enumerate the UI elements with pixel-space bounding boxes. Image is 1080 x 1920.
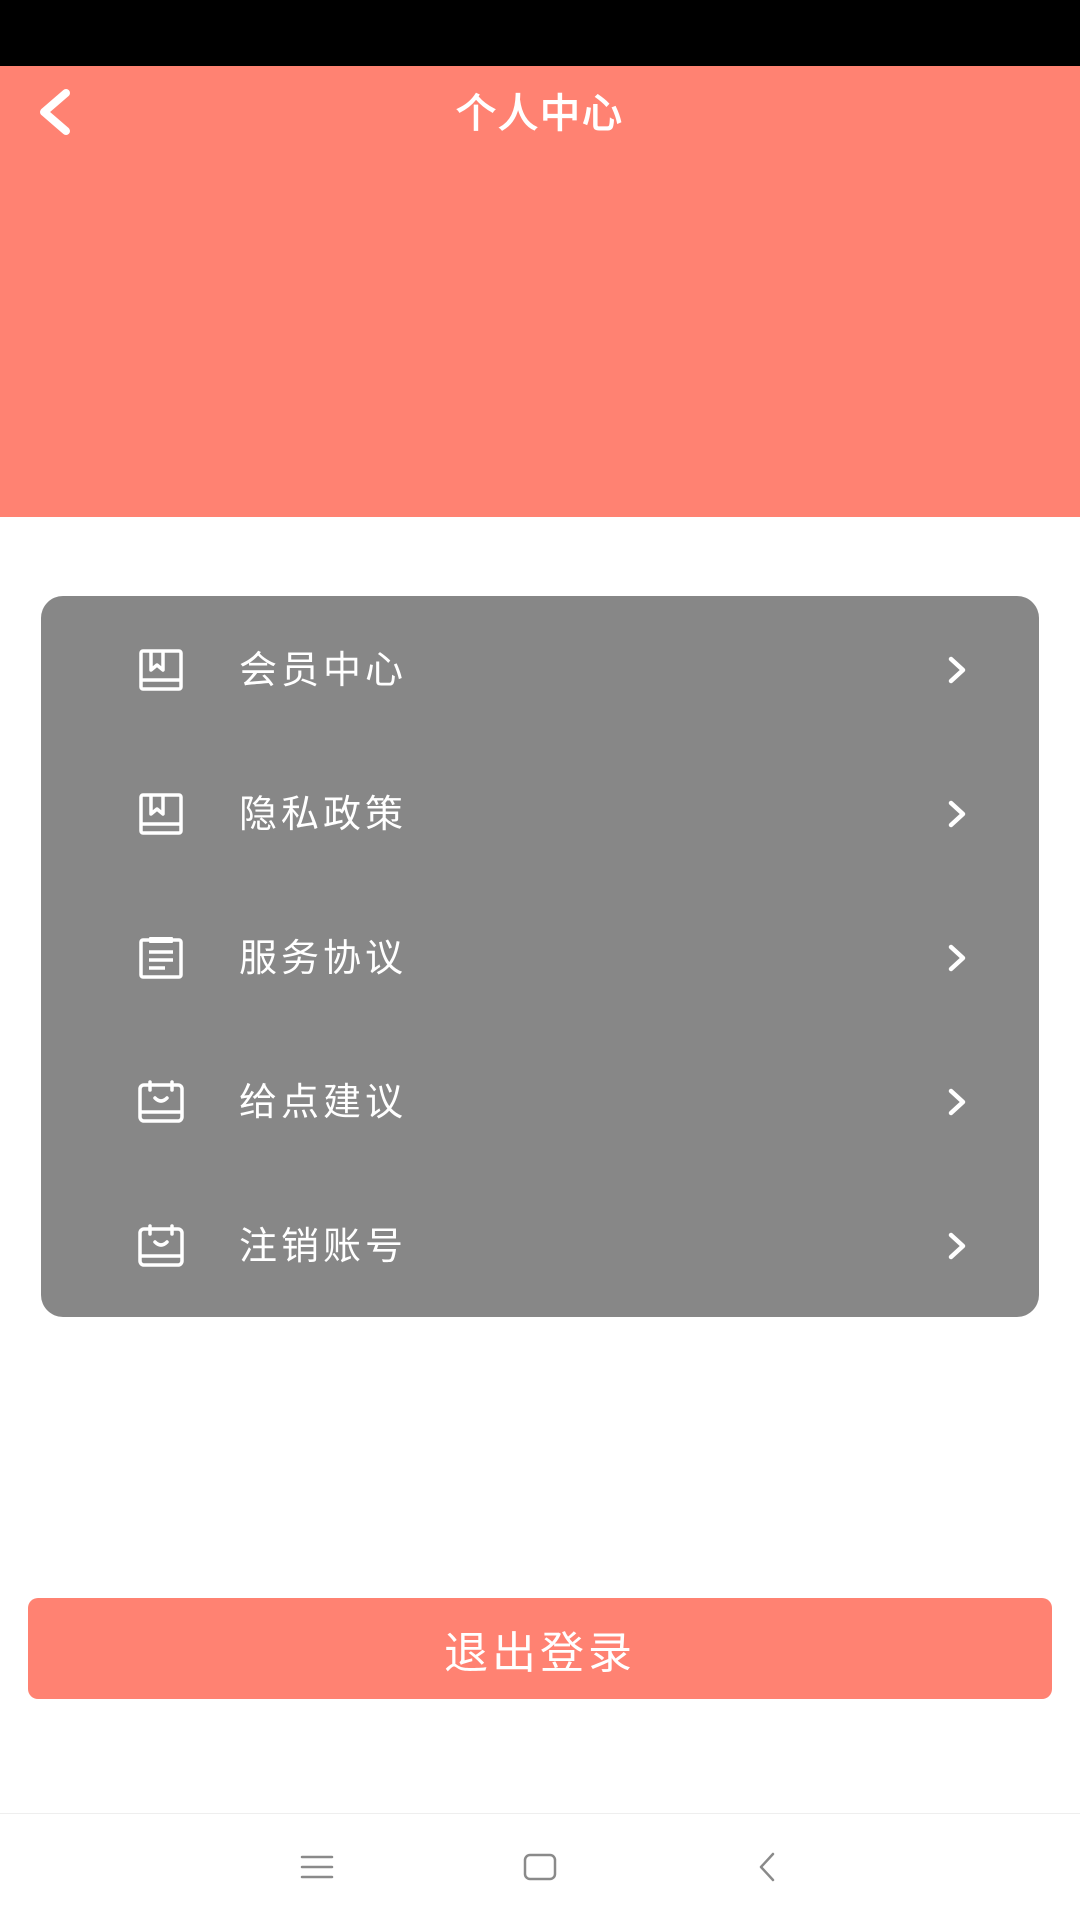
nav-menu-button[interactable] xyxy=(282,1832,352,1902)
system-nav-bar xyxy=(0,1813,1080,1920)
logout-button[interactable]: 退出登录 xyxy=(28,1598,1052,1699)
chevron-right-icon xyxy=(937,938,977,978)
menu-item-service-agreement[interactable]: 服务协议 xyxy=(41,886,1039,1030)
chevron-right-icon xyxy=(937,650,977,690)
document-icon xyxy=(133,930,189,986)
menu-item-privacy-policy[interactable]: 隐私政策 xyxy=(41,742,1039,886)
book-icon xyxy=(133,642,189,698)
menu-item-label: 给点建议 xyxy=(239,1080,408,1124)
back-icon xyxy=(759,1852,775,1882)
menu-item-feedback[interactable]: 给点建议 xyxy=(41,1030,1039,1174)
menu-item-delete-account[interactable]: 注销账号 xyxy=(41,1174,1039,1318)
feedback-icon xyxy=(133,1074,189,1130)
menu-item-label: 注销账号 xyxy=(239,1224,408,1268)
chevron-right-icon xyxy=(937,1226,977,1266)
menu-item-member-center[interactable]: 会员中心 xyxy=(41,598,1039,742)
chevron-right-icon xyxy=(937,1082,977,1122)
home-icon xyxy=(523,1853,557,1881)
header: 个人中心 xyxy=(0,66,1080,517)
page-title: 个人中心 xyxy=(456,91,624,137)
book-icon xyxy=(133,786,189,842)
chevron-right-icon xyxy=(937,794,977,834)
feedback-icon xyxy=(133,1218,189,1274)
status-bar xyxy=(0,0,1080,66)
menu-item-label: 隐私政策 xyxy=(239,792,408,836)
menu-item-label: 服务协议 xyxy=(239,936,408,980)
nav-back-button[interactable] xyxy=(732,1832,802,1902)
menu-card: 会员中心 隐私政策 服务协议 给点建议 注销账号 xyxy=(41,596,1039,1317)
menu-item-label: 会员中心 xyxy=(239,648,408,692)
menu-icon xyxy=(300,1855,334,1879)
nav-home-button[interactable] xyxy=(505,1832,575,1902)
